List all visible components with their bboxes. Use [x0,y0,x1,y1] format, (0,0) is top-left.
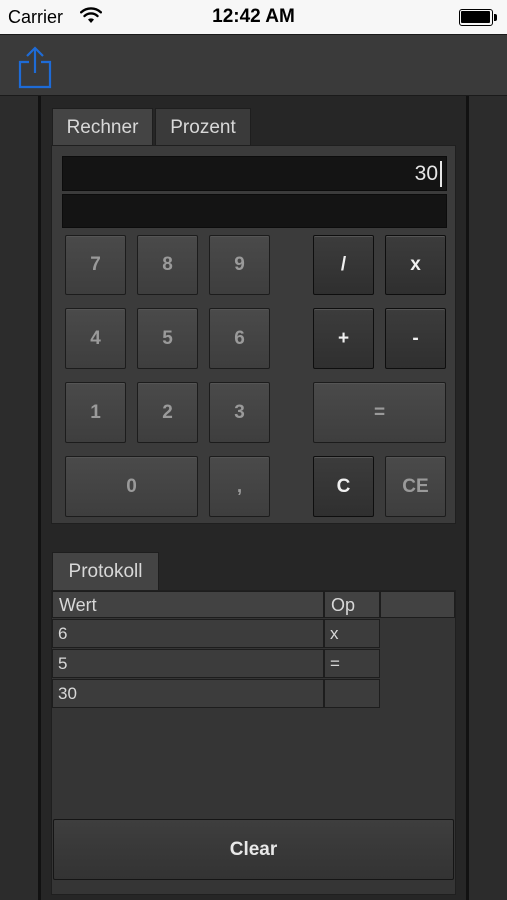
status-bar: Carrier 12:42 AM [0,0,507,34]
table-cell-wert[interactable]: 30 [52,679,324,708]
toolbar [0,34,507,96]
key-clear[interactable]: C [313,456,374,517]
key-6[interactable]: 6 [209,308,270,369]
key-2[interactable]: 2 [137,382,198,443]
key-7[interactable]: 7 [65,235,126,295]
share-icon[interactable] [16,45,54,89]
key-5[interactable]: 5 [137,308,198,369]
right-margin [469,96,507,900]
key-8[interactable]: 8 [137,235,198,295]
tab-prozent[interactable]: Prozent [155,108,251,146]
display-value: 30 [414,162,438,185]
battery-icon [459,9,497,26]
table-cell-op[interactable]: x [324,619,380,648]
column-header-filler [380,591,455,618]
table-cell-wert[interactable]: 6 [52,619,324,648]
table-cell-wert[interactable]: 5 [52,649,324,678]
left-margin [0,96,38,900]
key-9[interactable]: 9 [209,235,270,295]
key-clear-entry[interactable]: CE [385,456,446,517]
clock: 12:42 AM [212,6,295,27]
key-3[interactable]: 3 [209,382,270,443]
key-4[interactable]: 4 [65,308,126,369]
key-comma[interactable]: , [209,456,270,517]
table-cell-op[interactable]: = [324,649,380,678]
key-1[interactable]: 1 [65,382,126,443]
text-cursor [440,161,442,188]
key-divide[interactable]: / [313,235,374,295]
column-header-wert[interactable]: Wert [52,591,324,618]
table-cell-op[interactable] [324,679,380,708]
clear-log-button[interactable]: Clear [53,819,454,880]
tab-protokoll[interactable]: Protokoll [52,552,159,590]
key-multiply[interactable]: x [385,235,446,295]
key-0[interactable]: 0 [65,456,198,517]
key-equals[interactable]: = [313,382,446,443]
main-display: 30 [62,156,447,191]
column-header-op[interactable]: Op [324,591,380,618]
tab-rechner[interactable]: Rechner [52,108,153,146]
secondary-display [62,194,447,228]
key-plus[interactable]: + [313,308,374,369]
key-minus[interactable]: - [385,308,446,369]
